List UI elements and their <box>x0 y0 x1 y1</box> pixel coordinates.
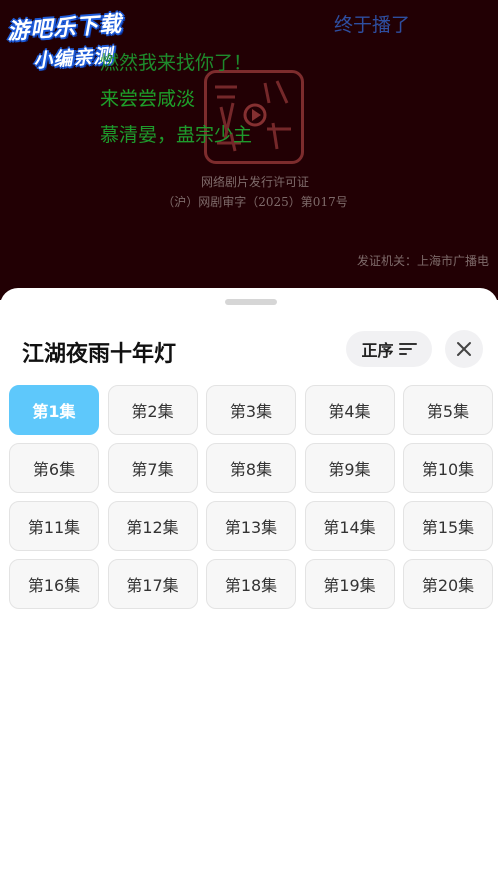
watermark-line-1: 游吧乐下载 <box>6 12 123 46</box>
episode-button[interactable]: 第11集 <box>9 501 99 551</box>
episode-button[interactable]: 第13集 <box>206 501 296 551</box>
episode-button[interactable]: 第2集 <box>107 385 198 435</box>
episode-button[interactable]: 第14集 <box>304 501 395 551</box>
episode-button[interactable]: 第5集 <box>403 385 493 435</box>
episode-button[interactable]: 第12集 <box>107 501 198 551</box>
sort-order-button[interactable]: 正序 <box>346 331 432 367</box>
episode-button[interactable]: 第3集 <box>206 385 296 435</box>
danmu-comment: 燃然我来找你了！ <box>100 52 253 74</box>
close-icon <box>457 342 471 356</box>
episode-button[interactable]: 第4集 <box>304 385 395 435</box>
seal-stamp <box>204 70 304 164</box>
episode-button[interactable]: 第8集 <box>206 443 296 493</box>
danmu-comment: 慕清晏，蛊宗少主 <box>100 124 253 146</box>
episode-sheet: 江湖夜雨十年灯 正序 第1集 第2集 第3集 第4集 第5集 第6集 第7集 第… <box>0 288 498 882</box>
license-line-2: （沪）网剧审字（2025）第017号 <box>162 195 348 209</box>
issuing-authority: 发证机关：上海市广播电 <box>357 254 490 268</box>
sort-lines-icon <box>398 343 417 355</box>
episode-button[interactable]: 第6集 <box>9 443 99 493</box>
episode-button[interactable]: 第20集 <box>403 559 493 609</box>
episode-button[interactable]: 第9集 <box>304 443 395 493</box>
episode-button[interactable]: 第10集 <box>403 443 493 493</box>
license-line-1: 网络剧片发行许可证 <box>200 175 309 189</box>
episode-button[interactable]: 第17集 <box>107 559 198 609</box>
episode-button[interactable]: 第7集 <box>107 443 198 493</box>
episode-button[interactable]: 第1集 <box>9 385 99 435</box>
episode-button[interactable]: 第18集 <box>206 559 296 609</box>
episode-button[interactable]: 第19集 <box>304 559 395 609</box>
license-text: 网络剧片发行许可证 （沪）网剧审字（2025）第017号 <box>150 172 360 212</box>
drag-handle[interactable] <box>225 299 277 305</box>
episode-button[interactable]: 第16集 <box>9 559 99 609</box>
video-player[interactable]: 游吧乐下载 小编亲测 终于播了 燃然我来找你了！ 来尝尝咸淡 慕清晏，蛊宗少主 … <box>0 0 498 300</box>
episode-button[interactable]: 第15集 <box>403 501 493 551</box>
drama-title: 江湖夜雨十年灯 <box>22 342 177 367</box>
danmu-comment: 来尝尝咸淡 <box>100 88 196 110</box>
close-button[interactable] <box>445 330 483 368</box>
episode-grid: 第1集 第2集 第3集 第4集 第5集 第6集 第7集 第8集 第9集 第10集… <box>9 385 495 609</box>
sort-order-label: 正序 <box>361 341 394 360</box>
danmu-comment: 终于播了 <box>334 14 411 36</box>
